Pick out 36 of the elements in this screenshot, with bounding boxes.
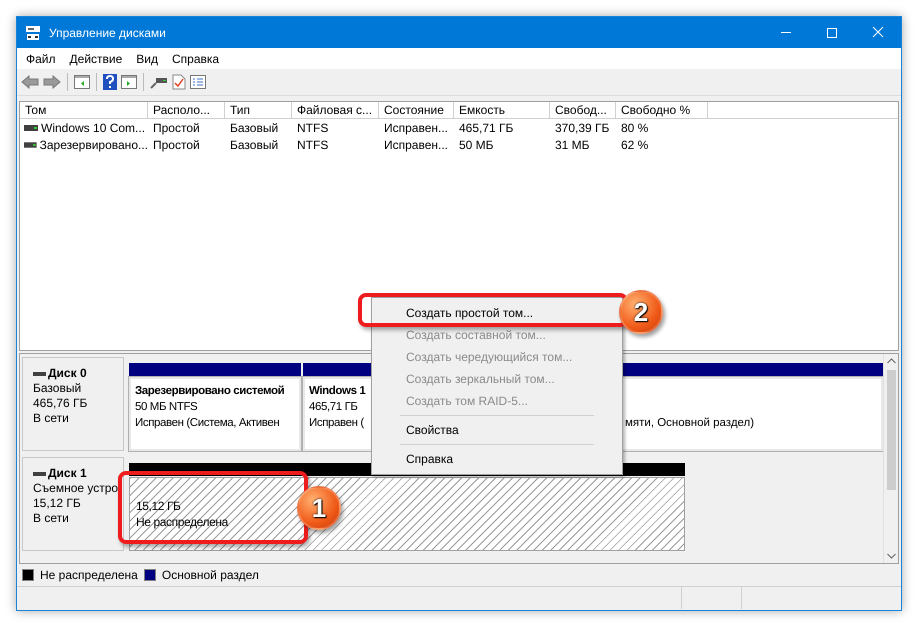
- partition-text: 465,71 ГБ: [309, 400, 358, 415]
- table-cell-text: Исправен...: [383, 120, 450, 136]
- table-cell-text: Зарезервировано...: [40, 136, 148, 154]
- partition-text: 50 МБ NTFS: [135, 400, 198, 415]
- partition-text: Зарезервировано системой: [135, 384, 284, 399]
- partition-text: Исправен (Система, Активен: [135, 416, 280, 431]
- disk-name: Диск 1: [48, 466, 87, 481]
- table-cell-text: Простой: [152, 120, 201, 136]
- table-cell-text: 62 %: [620, 136, 650, 154]
- table-cell-text: 370,39 ГБ: [554, 120, 610, 136]
- table-cell-text: Исправен...: [383, 136, 450, 154]
- table-cell-text: 50 МБ: [458, 136, 495, 154]
- disk-info: 15,12 ГБ: [33, 496, 82, 511]
- table-cell-text: 80 %: [620, 120, 650, 136]
- partition-text: 15,12 ГБ: [136, 498, 181, 514]
- disk-name: Диск 0: [48, 366, 87, 381]
- partition-text: мяти, Основной раздел): [625, 416, 754, 431]
- table-cell-text: Windows 10 Com...: [41, 120, 146, 136]
- partition-text: Windows 1: [309, 384, 366, 399]
- table-cell-text: NTFS: [296, 136, 330, 154]
- partition-text: Не распределена: [136, 514, 228, 530]
- table-cell-text: NTFS: [296, 120, 330, 136]
- window-title: Управление дисками: [49, 24, 166, 42]
- partition-text: Исправен (: [309, 416, 365, 431]
- disk-info: Съемное устро: [33, 481, 120, 496]
- disk-info: В сети: [33, 511, 70, 526]
- disk-info: В сети: [33, 411, 70, 426]
- disk-info: 465,76 ГБ: [33, 396, 88, 411]
- table-cell-text: 465,71 ГБ: [458, 120, 514, 136]
- table-cell-text: 31 МБ: [554, 136, 591, 154]
- disk-info: Базовый: [33, 381, 82, 396]
- legend-label: Основной раздел: [162, 567, 259, 584]
- table-cell-text: Простой: [152, 136, 201, 154]
- table-cell-text: Базовый: [229, 136, 280, 154]
- table-cell-text: Базовый: [229, 120, 280, 136]
- legend-label: Не распределена: [40, 567, 138, 584]
